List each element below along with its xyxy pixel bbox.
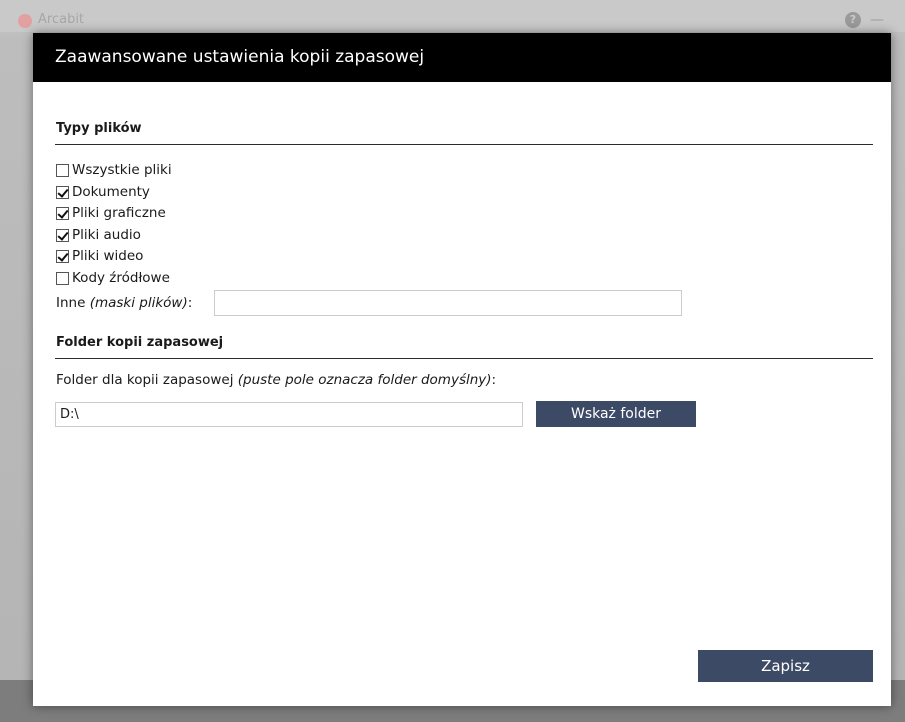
backup-folder-input[interactable] [55, 402, 523, 427]
checkbox-unchecked-icon[interactable] [56, 271, 69, 285]
file-type-label: Wszystkie pliki [72, 162, 172, 178]
file-type-label: Dokumenty [72, 184, 150, 200]
backup-folder-description: Folder dla kopii zapasowej (puste pole o… [56, 372, 497, 388]
file-type-option[interactable]: Pliki audio [56, 226, 141, 244]
background-app-title: Arcabit [38, 12, 85, 27]
dialog-header: Zaawansowane ustawienia kopii zapasowej [33, 33, 891, 82]
other-masks-label: Inne (maski plików): [56, 295, 193, 311]
checkbox-checked-icon[interactable] [56, 206, 69, 220]
file-type-label: Kody źródłowe [72, 270, 170, 286]
background-titlebar: Arcabit ? — [0, 0, 905, 32]
file-type-option[interactable]: Pliki wideo [56, 247, 143, 265]
file-type-option[interactable]: Kody źródłowe [56, 269, 170, 287]
dialog-title: Zaawansowane ustawienia kopii zapasowej [55, 47, 425, 67]
checkbox-unchecked-icon[interactable] [56, 163, 69, 177]
help-icon: ? [845, 12, 861, 28]
other-masks-input[interactable] [214, 290, 682, 316]
file-type-option[interactable]: Wszystkie pliki [56, 161, 172, 179]
file-type-label: Pliki audio [72, 227, 141, 243]
app-logo-icon [18, 14, 32, 28]
file-type-option[interactable]: Pliki graficzne [56, 204, 166, 222]
file-type-option[interactable]: Dokumenty [56, 183, 150, 201]
file-type-label: Pliki wideo [72, 248, 144, 264]
file-type-label: Pliki graficzne [72, 205, 166, 221]
checkbox-checked-icon[interactable] [56, 228, 69, 242]
save-button[interactable]: Zapisz [698, 650, 873, 682]
file-types-divider [55, 144, 873, 145]
backup-folder-divider [55, 358, 873, 359]
browse-folder-button[interactable]: Wskaż folder [536, 401, 696, 427]
minimize-icon: — [870, 12, 884, 28]
file-types-heading: Typy plików [56, 121, 142, 136]
checkbox-checked-icon[interactable] [56, 185, 69, 199]
backup-folder-heading: Folder kopii zapasowej [56, 335, 224, 350]
checkbox-checked-icon[interactable] [56, 249, 69, 263]
backup-settings-dialog: Zaawansowane ustawienia kopii zapasowej … [33, 33, 891, 706]
